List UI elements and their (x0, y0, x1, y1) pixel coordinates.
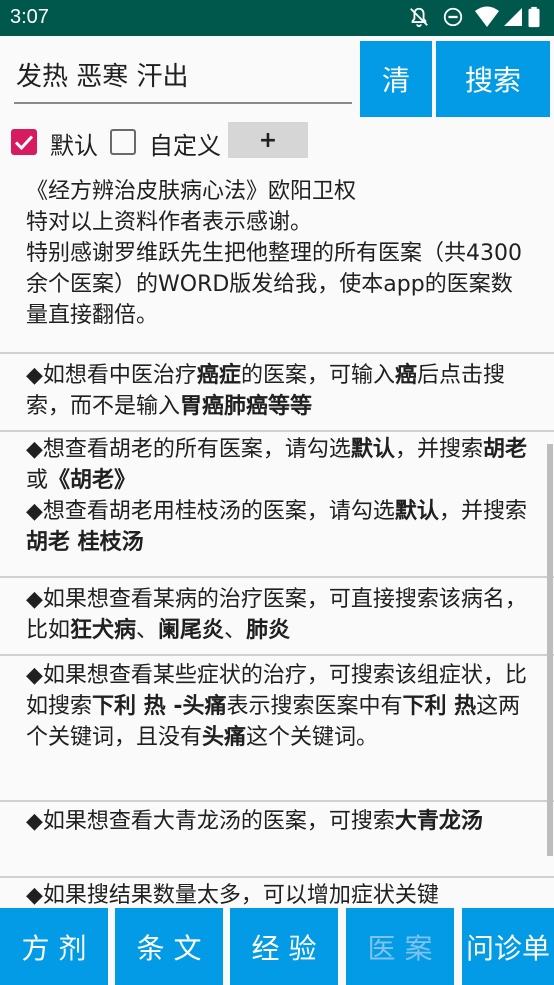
tip-hulao: ◆想查看胡老的所有医案，请勾选默认，并搜索胡老或《胡老》 ◆想查看胡老用桂枝汤的… (0, 434, 554, 558)
divider (0, 800, 554, 802)
tip-keyword: 《胡老》 (48, 468, 137, 493)
tip-keyword: 癌症 (196, 363, 241, 388)
tip-symptoms: ◆如果想查看某些症状的治疗，可搜索该组症状，比如搜索下利 热 -头痛表示搜索医案… (0, 660, 554, 753)
tip-cancer: ◆如想看中医治疗癌症的医案，可输入癌后点击搜索，而不是输入胃癌肺癌等等 (0, 360, 554, 422)
add-custom-button[interactable]: + (228, 122, 308, 158)
tip-formula: ◆如果想查看大青龙汤的医案，可搜索大青龙汤 (0, 806, 554, 837)
tip-keyword: 肺炎 (246, 618, 291, 643)
default-checkbox[interactable] (11, 129, 37, 155)
tip-keyword: 大青龙汤 (394, 809, 483, 834)
tip-keyword: 头痛 (202, 725, 247, 750)
status-time: 3:07 (10, 6, 49, 28)
tab-clauses[interactable]: 条 文 (115, 908, 223, 985)
tip-text: 的医案，可输入 (240, 363, 395, 388)
bottom-nav: 方 剂 条 文 经 验 医 案 问诊单 (0, 908, 554, 985)
tip-line: ◆想查看胡老用桂枝汤的医案，请勾选默认，并搜索胡老 桂枝汤 (26, 496, 528, 558)
tip-text: 或 (26, 468, 49, 493)
scrollbar[interactable] (547, 444, 553, 856)
status-bar: 3:07 (0, 0, 554, 36)
custom-checkbox-label[interactable]: 自定义 (149, 126, 221, 161)
search-bar: 清 搜索 (0, 36, 554, 120)
tip-text: ◆想查看胡老用桂枝汤的医案，请勾选 (26, 499, 395, 524)
search-options: 默认 自定义 + (0, 120, 554, 164)
credits-line: 特对以上资料作者表示感谢。 (26, 210, 313, 235)
tip-text: ，并搜索 (438, 499, 527, 524)
tab-formulas[interactable]: 方 剂 (0, 908, 108, 985)
divider (0, 876, 554, 878)
search-button[interactable]: 搜索 (436, 41, 550, 117)
tip-keyword: 下利 热 -头痛 (92, 694, 227, 719)
tip-text: 表示搜索医案中有 (226, 694, 403, 719)
tip-text: 、 (224, 618, 247, 643)
tip-too-many: ◆如果搜结果数量太多，可以增加症状关键 (0, 880, 554, 908)
divider (0, 576, 554, 578)
tip-keyword: 下利 热 (402, 694, 477, 719)
credits-block: 《经方辨治皮肤病心法》欧阳卫权 特对以上资料作者表示感谢。 特别感谢罗维跃先生把… (0, 176, 554, 331)
notifications-off-icon (410, 7, 428, 28)
tip-text: ◆想查看胡老的所有医案，请勾选 (26, 437, 351, 462)
tip-text: 、 (136, 618, 159, 643)
tip-line: ◆想查看胡老的所有医案，请勾选默认，并搜索胡老或《胡老》 (26, 434, 528, 496)
battery-icon (528, 6, 540, 28)
default-checkbox-label[interactable]: 默认 (50, 126, 98, 161)
tip-keyword: 默认 (350, 437, 395, 462)
tab-experience[interactable]: 经 验 (230, 908, 338, 985)
credits-line: 特别感谢罗维跃先生把他整理的所有医案（共4300余个医案）的WORD版发给我，使… (26, 241, 522, 328)
wifi-icon (475, 6, 499, 27)
signal-icon (504, 8, 522, 26)
tab-cases[interactable]: 医 案 (346, 908, 454, 985)
custom-checkbox[interactable] (110, 129, 136, 155)
credits-line: 《经方辨治皮肤病心法》欧阳卫权 (26, 179, 357, 204)
tip-text: ◆如果搜结果数量太多，可以增加症状关键 (26, 883, 439, 908)
search-input[interactable] (14, 46, 352, 104)
tip-keyword: 胃癌肺癌等等 (180, 394, 313, 419)
divider (0, 654, 554, 656)
do-not-disturb-icon (443, 7, 463, 27)
tip-keyword: 狂犬病 (70, 618, 137, 643)
divider (0, 352, 554, 354)
tip-keyword: 阑尾炎 (158, 618, 225, 643)
divider (0, 430, 554, 432)
tip-text: ◆如想看中医治疗 (26, 363, 197, 388)
tip-text: ，并搜索 (394, 437, 483, 462)
tip-disease: ◆如果想查看某病的治疗医案，可直接搜索该病名，比如狂犬病、阑尾炎、肺炎 (0, 584, 554, 646)
help-content[interactable]: 《经方辨治皮肤病心法》欧阳卫权 特对以上资料作者表示感谢。 特别感谢罗维跃先生把… (0, 164, 554, 908)
tip-keyword: 默认 (394, 499, 439, 524)
tip-keyword: 癌 (394, 363, 417, 388)
tip-text: 这个关键词。 (246, 725, 379, 750)
tip-keyword: 胡老 桂枝汤 (26, 530, 144, 555)
tip-keyword: 胡老 (482, 437, 527, 462)
check-icon (14, 135, 34, 151)
clear-button[interactable]: 清 (360, 41, 432, 117)
tip-text: ◆如果想查看大青龙汤的医案，可搜索 (26, 809, 395, 834)
tab-questionnaire[interactable]: 问诊单 (462, 908, 554, 985)
